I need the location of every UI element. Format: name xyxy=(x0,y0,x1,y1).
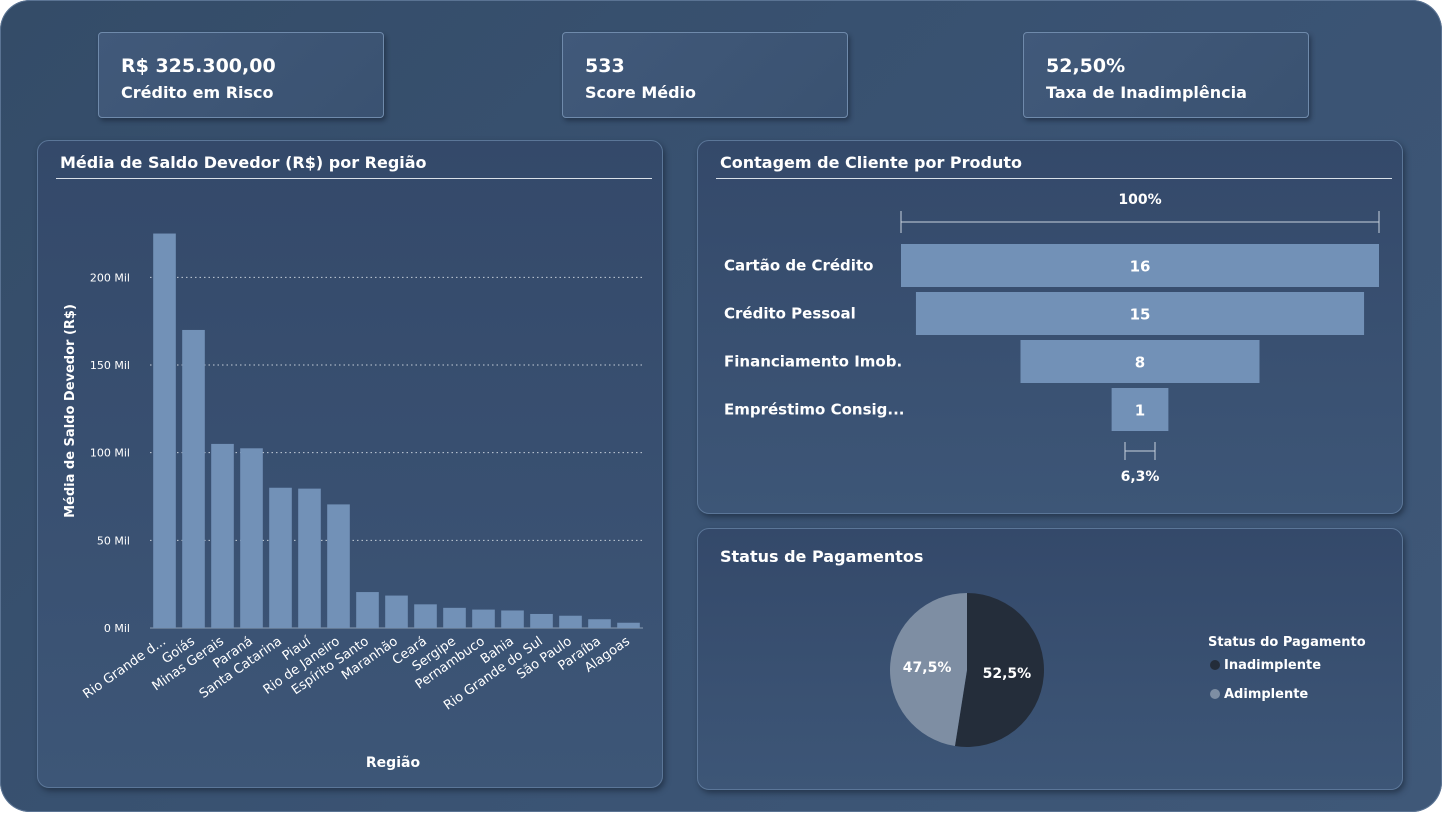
legend-label: Inadimplente xyxy=(1224,658,1322,673)
y-tick-label: 0 Mil xyxy=(104,622,130,635)
bar[interactable] xyxy=(269,487,292,628)
legend-dot-adimplente xyxy=(1210,689,1220,699)
legend-item-adimplente[interactable]: Adimplente xyxy=(1210,687,1308,702)
legend-title: Status do Pagamento xyxy=(1208,635,1366,650)
bar[interactable] xyxy=(501,610,524,628)
funnel-category-label: Financiamento Imob. xyxy=(724,353,902,371)
kpi-label: Score Médio xyxy=(585,83,697,102)
kpi-label: Crédito em Risco xyxy=(121,83,274,102)
top-percent-label: 100% xyxy=(1118,192,1161,208)
bar[interactable] xyxy=(298,488,321,628)
x-axis-title: Região xyxy=(366,755,421,771)
kpi-value: R$ 325.300,00 xyxy=(121,55,276,77)
funnel-category-label: Cartão de Crédito xyxy=(724,257,873,275)
funnel-value-label: 15 xyxy=(1130,306,1151,324)
bar[interactable] xyxy=(530,613,553,628)
y-tick-label: 50 Mil xyxy=(97,534,130,547)
bar[interactable] xyxy=(414,604,437,628)
bar[interactable] xyxy=(356,592,379,628)
kpi-card-taxa-inadimplencia[interactable]: 52,50% Taxa de Inadimplência xyxy=(1023,32,1309,118)
y-axis-title: Média de Saldo Devedor (R$) xyxy=(63,304,78,518)
legend-label: Adimplente xyxy=(1224,687,1309,702)
funnel-value-label: 8 xyxy=(1135,354,1145,372)
bar[interactable] xyxy=(472,609,495,628)
bar[interactable] xyxy=(240,448,263,628)
payment-status-panel[interactable]: Status de Pagamentos 52,5% 47,5% Status d… xyxy=(697,528,1403,790)
pie-value-label: 47,5% xyxy=(903,660,952,676)
pie-value-label: 52,5% xyxy=(983,666,1032,682)
bar[interactable] xyxy=(182,329,205,628)
funnel-category-label: Crédito Pessoal xyxy=(724,305,856,323)
bar[interactable] xyxy=(617,622,640,628)
bar[interactable] xyxy=(327,504,350,628)
product-funnel-chart[interactable]: 100% 16 Cartão de Crédito 15 Crédito Pessoal… xyxy=(698,141,1404,515)
legend-dot-inadimplente xyxy=(1210,660,1220,670)
kpi-card-credito-em-risco[interactable]: R$ 325.300,00 Crédito em Risco xyxy=(98,32,384,118)
kpi-value: 533 xyxy=(585,55,625,77)
bottom-percent-label: 6,3% xyxy=(1121,469,1160,485)
product-funnel-panel[interactable]: Contagem de Cliente por Produto 100% 16 Ca… xyxy=(697,140,1403,514)
bar[interactable] xyxy=(588,619,611,628)
dashboard-canvas: R$ 325.300,00 Crédito em Risco 533 Score… xyxy=(0,0,1442,812)
y-tick-label: 100 Mil xyxy=(90,447,130,460)
bar[interactable] xyxy=(559,615,582,628)
bar[interactable] xyxy=(153,233,176,628)
bar[interactable] xyxy=(443,607,466,628)
bar[interactable] xyxy=(385,595,408,628)
y-tick-label: 150 Mil xyxy=(90,359,130,372)
funnel-category-label: Empréstimo Consig... xyxy=(724,401,904,419)
funnel-value-label: 16 xyxy=(1130,258,1151,276)
region-bar-chart[interactable]: 0 Mil50 Mil100 Mil150 Mil200 MilRio Gran… xyxy=(38,141,664,789)
region-bar-chart-panel[interactable]: Média de Saldo Devedor (R$) por Região 0… xyxy=(37,140,663,788)
kpi-label: Taxa de Inadimplência xyxy=(1046,83,1247,102)
kpi-card-score-medio[interactable]: 533 Score Médio xyxy=(562,32,848,118)
bar[interactable] xyxy=(211,443,234,628)
legend-item-inadimplente[interactable]: Inadimplente xyxy=(1210,658,1321,673)
y-tick-label: 200 Mil xyxy=(90,271,130,284)
kpi-value: 52,50% xyxy=(1046,55,1126,77)
funnel-value-label: 1 xyxy=(1135,402,1145,420)
